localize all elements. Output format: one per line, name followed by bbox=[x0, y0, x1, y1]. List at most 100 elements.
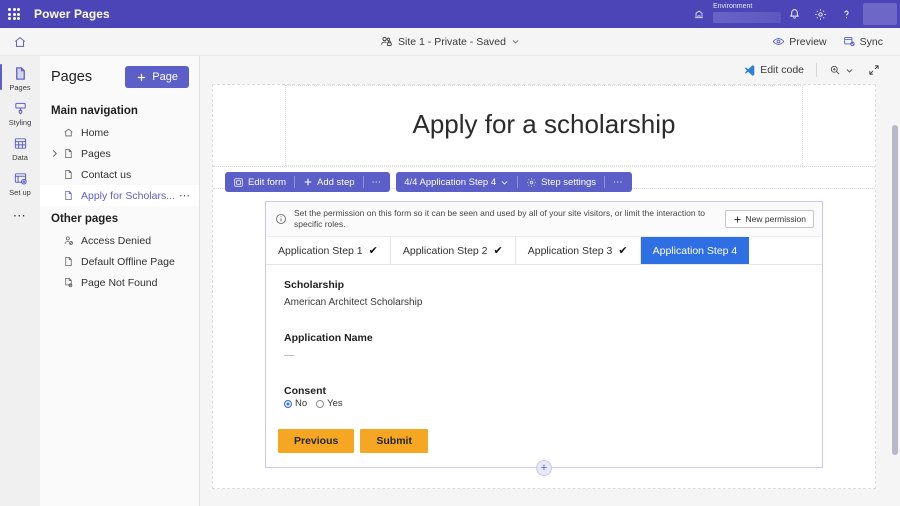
radio-option-no[interactable]: No bbox=[284, 398, 307, 409]
expand-canvas-button[interactable] bbox=[862, 61, 886, 79]
toolbar-divider bbox=[816, 63, 817, 77]
step-overflow-button[interactable]: ⋯ bbox=[605, 172, 632, 192]
sidebar-label-contact-us: Contact us bbox=[81, 169, 131, 181]
group-title-main-navigation: Main navigation bbox=[40, 98, 199, 122]
styling-brush-icon bbox=[13, 100, 28, 117]
edit-form-icon bbox=[233, 177, 244, 188]
chevron-down-icon bbox=[511, 37, 520, 46]
app-launcher-button[interactable] bbox=[0, 0, 28, 28]
sync-label: Sync bbox=[860, 36, 883, 48]
waffle-grid-icon bbox=[8, 8, 20, 20]
site-bar-actions: Preview Sync bbox=[765, 32, 900, 51]
page-icon bbox=[63, 190, 81, 201]
page-icon bbox=[63, 256, 81, 267]
site-status-selector[interactable]: Site 1 - Private - Saved bbox=[380, 35, 520, 48]
preview-button[interactable]: Preview bbox=[765, 32, 833, 51]
field-scholarship: Scholarship American Architect Scholarsh… bbox=[284, 279, 804, 308]
sidebar-item-pages[interactable]: Pages bbox=[40, 143, 199, 164]
form-toolbar-group-right: 4/4 Application Step 4 bbox=[396, 172, 632, 192]
step-selector-dropdown[interactable]: 4/4 Application Step 4 bbox=[396, 172, 517, 192]
environment-selector[interactable]: Environment bbox=[689, 0, 781, 28]
pages-icon bbox=[13, 65, 28, 82]
help-question-icon[interactable] bbox=[833, 0, 859, 28]
sidebar-item-default-offline-page[interactable]: Default Offline Page bbox=[40, 251, 199, 272]
form-toolbar-overflow-button[interactable]: ⋯ bbox=[364, 172, 391, 192]
step-settings-button[interactable]: Step settings bbox=[518, 172, 604, 192]
sidebar-item-access-denied[interactable]: Access Denied bbox=[40, 230, 199, 251]
pages-panel-title: Pages bbox=[51, 69, 92, 85]
user-avatar[interactable] bbox=[863, 3, 897, 25]
sidebar-label-home: Home bbox=[81, 127, 109, 139]
pages-panel-header: Pages Page bbox=[40, 56, 199, 98]
radio-dot-selected[interactable] bbox=[284, 400, 292, 408]
sidebar-item-overflow-button[interactable]: ⋯ bbox=[179, 189, 191, 202]
radio-option-yes[interactable]: Yes bbox=[316, 398, 343, 409]
power-pages-design-studio: Power Pages Environment bbox=[0, 0, 900, 506]
previous-button[interactable]: Previous bbox=[278, 429, 354, 453]
sidebar-label-pages: Pages bbox=[81, 148, 111, 160]
submit-button[interactable]: Submit bbox=[360, 429, 428, 453]
home-icon[interactable] bbox=[0, 28, 40, 56]
edit-code-button[interactable]: Edit code bbox=[737, 61, 810, 80]
new-permission-label: New permission bbox=[746, 214, 806, 224]
page-title: Apply for a scholarship bbox=[286, 86, 802, 165]
rail-item-pages[interactable]: Pages bbox=[0, 60, 40, 95]
add-page-label: Page bbox=[152, 71, 178, 83]
brand-title: Power Pages bbox=[34, 7, 110, 21]
add-section-button[interactable]: + bbox=[536, 460, 552, 476]
sidebar-label-default-offline-page: Default Offline Page bbox=[81, 256, 175, 268]
checkmark-icon: ✔ bbox=[369, 244, 378, 257]
preview-eye-icon bbox=[772, 35, 785, 48]
form-editor-toolbar: Edit form Add step ⋯ bbox=[225, 172, 632, 192]
rail-item-styling[interactable]: Styling bbox=[0, 95, 40, 130]
plus-icon bbox=[303, 177, 313, 187]
tab-label: Application Step 4 bbox=[653, 245, 738, 257]
sync-icon bbox=[843, 35, 856, 48]
rail-item-data[interactable]: Data bbox=[0, 130, 40, 165]
form-body: Scholarship American Architect Scholarsh… bbox=[266, 265, 822, 419]
rail-label-styling: Styling bbox=[9, 118, 32, 127]
edit-form-button[interactable]: Edit form bbox=[225, 172, 294, 192]
zoom-control[interactable] bbox=[823, 61, 860, 79]
canvas-vertical-scrollbar[interactable] bbox=[892, 125, 898, 455]
rail-label-setup: Set up bbox=[9, 188, 31, 197]
rail-item-setup[interactable]: Set up bbox=[0, 165, 40, 200]
permission-message: Set the permission on this form so it ca… bbox=[294, 208, 718, 230]
add-step-label: Add step bbox=[317, 177, 355, 188]
brand-bar: Power Pages Environment bbox=[0, 0, 900, 28]
plus-icon bbox=[136, 72, 147, 83]
chevron-right-icon[interactable] bbox=[51, 149, 63, 158]
tab-application-step-2[interactable]: Application Step 2 ✔ bbox=[391, 237, 516, 264]
add-step-button[interactable]: Add step bbox=[295, 172, 363, 192]
hero-section-inner: Apply for a scholarship bbox=[285, 85, 803, 166]
site-private-icon bbox=[380, 35, 393, 48]
sidebar-item-contact-us[interactable]: Contact us bbox=[40, 164, 199, 185]
sidebar-item-home[interactable]: Home bbox=[40, 122, 199, 143]
permission-banner: Set the permission on this form so it ca… bbox=[266, 202, 822, 237]
tab-application-step-3[interactable]: Application Step 3 ✔ bbox=[516, 237, 641, 264]
settings-gear-icon bbox=[526, 177, 537, 188]
sync-button[interactable]: Sync bbox=[836, 32, 890, 51]
site-header-bar: Site 1 - Private - Saved Preview bbox=[0, 28, 900, 56]
sidebar-item-page-not-found[interactable]: Page Not Found bbox=[40, 272, 199, 293]
new-permission-button[interactable]: New permission bbox=[725, 210, 814, 228]
sidebar-item-apply-for-scholarship[interactable]: Apply for Scholars... ⋯ bbox=[40, 185, 199, 206]
data-table-icon bbox=[13, 135, 28, 152]
field-consent: Consent No Yes bbox=[284, 385, 804, 409]
tab-application-step-4[interactable]: Application Step 4 bbox=[641, 237, 750, 264]
edit-code-label: Edit code bbox=[760, 64, 804, 76]
form-section[interactable]: Edit form Add step ⋯ bbox=[213, 189, 875, 488]
notification-bell-icon[interactable] bbox=[781, 0, 807, 28]
field-value: American Architect Scholarship bbox=[284, 297, 804, 308]
zoom-magnifier-icon bbox=[829, 64, 841, 76]
tab-application-step-1[interactable]: Application Step 1 ✔ bbox=[266, 237, 391, 264]
radio-dot[interactable] bbox=[316, 400, 324, 408]
vscode-icon bbox=[743, 64, 756, 77]
edit-form-label: Edit form bbox=[248, 177, 286, 188]
settings-gear-icon[interactable] bbox=[807, 0, 833, 28]
hero-section[interactable]: Apply for a scholarship bbox=[213, 85, 875, 167]
group-title-other-pages: Other pages bbox=[40, 206, 199, 230]
field-value: — bbox=[284, 350, 804, 361]
add-page-button[interactable]: Page bbox=[125, 66, 189, 88]
rail-more-button[interactable]: ⋯ bbox=[13, 208, 28, 224]
